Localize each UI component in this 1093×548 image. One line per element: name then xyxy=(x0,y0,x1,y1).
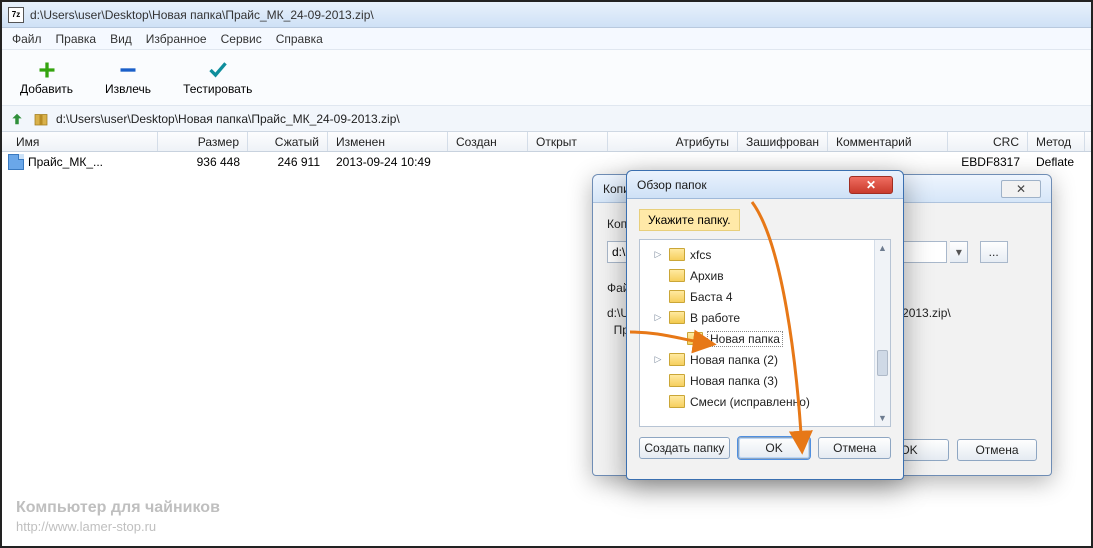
col-attr[interactable]: Атрибуты xyxy=(608,132,738,151)
watermark-url: http://www.lamer-stop.ru xyxy=(16,519,220,536)
browse-cancel-button[interactable]: Отмена xyxy=(818,437,891,459)
toolbar-add-label: Добавить xyxy=(20,82,73,96)
cell-packed: 246 911 xyxy=(248,155,328,169)
toolbar-extract-label: Извлечь xyxy=(105,82,151,96)
folder-icon xyxy=(669,395,685,408)
folder-icon xyxy=(669,311,685,324)
browse-button[interactable]: ... xyxy=(980,241,1008,263)
tree-item-label: Новая папка (2) xyxy=(690,353,778,367)
toolbar-add[interactable]: Добавить xyxy=(20,60,73,96)
expand-icon[interactable]: ▷ xyxy=(652,312,664,323)
cell-method: Deflate xyxy=(1028,155,1085,169)
tree-item[interactable]: ▷ xfcs xyxy=(640,244,890,265)
tree-item-label: В работе xyxy=(690,311,740,325)
col-comment[interactable]: Комментарий xyxy=(828,132,948,151)
folder-icon xyxy=(669,353,685,366)
folder-icon xyxy=(687,332,703,345)
close-icon: ✕ xyxy=(1016,182,1026,196)
tree-item[interactable]: Архив xyxy=(640,265,890,286)
col-packed[interactable]: Сжатый xyxy=(248,132,328,151)
col-open[interactable]: Открыт xyxy=(528,132,608,151)
expand-icon[interactable]: ▷ xyxy=(652,249,664,260)
check-icon xyxy=(207,60,229,80)
browse-hint: Укажите папку. xyxy=(639,209,740,231)
column-headers: Имя Размер Сжатый Изменен Создан Открыт … xyxy=(2,132,1091,152)
browse-folder-dialog: Обзор папок ✕ Укажите папку. ▷ xfcs Архив Б… xyxy=(626,170,904,480)
expand-icon[interactable]: ▷ xyxy=(652,354,664,365)
col-crc[interactable]: CRC xyxy=(948,132,1028,151)
tree-item[interactable]: Новая папка xyxy=(640,328,890,349)
tree-item[interactable]: ▷ Новая папка (2) xyxy=(640,349,890,370)
col-created[interactable]: Создан xyxy=(448,132,528,151)
minus-icon xyxy=(117,60,139,80)
window-titlebar: 7z d:\Users\user\Desktop\Новая папка\Пра… xyxy=(2,2,1091,28)
tree-item-label: Новая папка xyxy=(708,332,782,346)
menu-bar: Файл Правка Вид Избранное Сервис Справка xyxy=(2,28,1091,50)
folder-tree[interactable]: ▷ xfcs Архив Баста 4 ▷ В работе Новая папка ▷ Но… xyxy=(639,239,891,427)
col-method[interactable]: Метод xyxy=(1028,132,1085,151)
cell-size: 936 448 xyxy=(158,155,248,169)
col-enc[interactable]: Зашифрован xyxy=(738,132,828,151)
archive-icon xyxy=(32,110,50,128)
file-icon xyxy=(8,154,24,170)
close-button[interactable]: ✕ xyxy=(1001,180,1041,198)
tree-item-label: Баста 4 xyxy=(690,290,733,304)
plus-icon xyxy=(36,60,58,80)
app-icon: 7z xyxy=(8,7,24,23)
menu-file[interactable]: Файл xyxy=(12,32,42,46)
address-path[interactable]: d:\Users\user\Desktop\Новая папка\Прайс_… xyxy=(56,112,1085,126)
copy-cancel-button[interactable]: Отмена xyxy=(957,439,1037,461)
tree-item-label: Новая папка (3) xyxy=(690,374,778,388)
menu-edit[interactable]: Правка xyxy=(56,32,97,46)
scroll-thumb[interactable] xyxy=(877,350,888,376)
toolbar-test[interactable]: Тестировать xyxy=(183,60,252,96)
folder-icon xyxy=(669,269,685,282)
folder-icon xyxy=(669,290,685,303)
scroll-up-icon[interactable]: ▲ xyxy=(875,240,890,256)
table-row[interactable]: Прайс_МК_... 936 448 246 911 2013-09-24 … xyxy=(2,152,1091,172)
tree-item-label: Архив xyxy=(690,269,724,283)
menu-view[interactable]: Вид xyxy=(110,32,132,46)
cell-name: Прайс_МК_... xyxy=(28,155,103,169)
menu-favorites[interactable]: Избранное xyxy=(146,32,207,46)
browse-dialog-title-text: Обзор папок xyxy=(637,178,707,192)
cell-crc: EBDF8317 xyxy=(948,155,1028,169)
watermark-title: Компьютер для чайников xyxy=(16,498,220,519)
menu-tools[interactable]: Сервис xyxy=(221,32,262,46)
tree-item-label: Смеси (исправленно) xyxy=(690,395,810,409)
cell-modified: 2013-09-24 10:49 xyxy=(328,155,448,169)
tree-item[interactable]: Баста 4 xyxy=(640,286,890,307)
menu-help[interactable]: Справка xyxy=(276,32,323,46)
browse-dialog-title[interactable]: Обзор папок ✕ xyxy=(627,171,903,199)
toolbar-test-label: Тестировать xyxy=(183,82,252,96)
toolbar: Добавить Извлечь Тестировать xyxy=(2,50,1091,106)
scroll-down-icon[interactable]: ▼ xyxy=(875,410,890,426)
arrow-up-icon xyxy=(10,112,24,126)
dropdown-arrow[interactable]: ▾ xyxy=(950,241,968,263)
window-title: d:\Users\user\Desktop\Новая папка\Прайс_… xyxy=(30,8,374,22)
tree-item[interactable]: ▷ В работе xyxy=(640,307,890,328)
browse-close-button[interactable]: ✕ xyxy=(849,176,893,194)
tree-item[interactable]: Новая папка (3) xyxy=(640,370,890,391)
tree-item[interactable]: Смеси (исправленно) xyxy=(640,391,890,412)
folder-icon xyxy=(669,374,685,387)
scrollbar[interactable]: ▲ ▼ xyxy=(874,240,890,426)
folder-icon xyxy=(669,248,685,261)
tree-item-label: xfcs xyxy=(690,248,711,262)
up-button[interactable] xyxy=(8,110,26,128)
create-folder-button[interactable]: Создать папку xyxy=(639,437,730,459)
col-modified[interactable]: Изменен xyxy=(328,132,448,151)
col-name[interactable]: Имя xyxy=(8,132,158,151)
close-icon: ✕ xyxy=(866,178,876,192)
browse-ok-button[interactable]: OK xyxy=(738,437,811,459)
address-bar: d:\Users\user\Desktop\Новая папка\Прайс_… xyxy=(2,106,1091,132)
toolbar-extract[interactable]: Извлечь xyxy=(105,60,151,96)
watermark: Компьютер для чайников http://www.lamer-… xyxy=(16,498,220,536)
col-size[interactable]: Размер xyxy=(158,132,248,151)
